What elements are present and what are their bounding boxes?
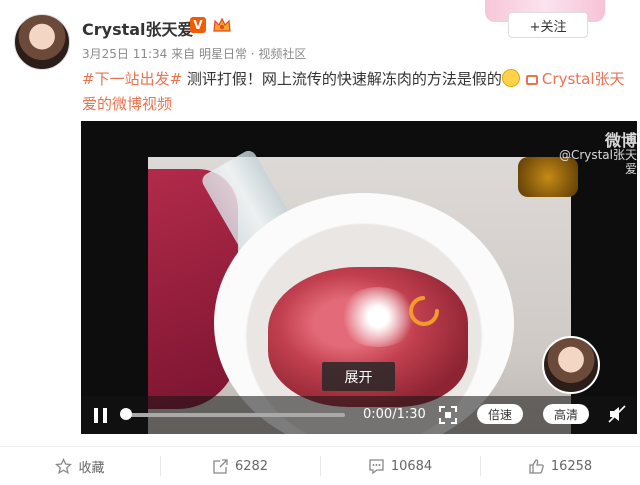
fullscreen-icon[interactable] [439, 406, 457, 424]
pause-icon[interactable] [93, 407, 109, 424]
comment-action[interactable]: 10684 [320, 447, 480, 485]
video-watermark: 微博 @Crystal张天爱 [555, 131, 637, 177]
time-display: 0:00/1:30 [363, 407, 426, 422]
comment-icon [369, 458, 384, 474]
author-name[interactable]: Crystal张天爱 [82, 16, 194, 40]
favorite-action[interactable]: 收藏 [0, 447, 160, 485]
video-frame [148, 148, 578, 434]
verified-badge: V [190, 17, 206, 33]
crown-icon [213, 17, 231, 32]
quality-button[interactable]: 高清 [543, 404, 589, 424]
repost-action[interactable]: 6282 [160, 447, 320, 485]
like-count: 16258 [550, 458, 593, 474]
star-icon [55, 457, 73, 474]
thinking-emoji-icon [501, 69, 520, 87]
progress-knob[interactable] [120, 408, 132, 420]
speed-button[interactable]: 倍速 [477, 404, 523, 424]
post-meta: 3月25日 11:34 来自 明星日常 · 视频社区 [82, 45, 306, 62]
hashtag-link[interactable]: #下一站出发# [82, 70, 182, 88]
watermark-logo: 微博 [604, 131, 637, 150]
mute-icon[interactable] [608, 405, 626, 423]
post-source[interactable]: 明星日常 · 视频社区 [199, 47, 306, 61]
post-body: 测评打假！网上流传的快速解冻肉的方法是假的 [182, 70, 502, 88]
frost-shape [338, 287, 418, 347]
action-bar: 收藏 6282 10684 16258 [0, 446, 640, 485]
author-avatar[interactable] [14, 14, 70, 70]
like-action[interactable]: 16258 [480, 447, 640, 485]
video-player[interactable]: 微博 @Crystal张天爱 展开 0:00/1:30 倍速 高清 [81, 121, 637, 434]
follow-button[interactable]: +关注 [508, 12, 588, 38]
comment-count: 10684 [390, 458, 433, 474]
favorite-label: 收藏 [78, 460, 105, 476]
loading-spinner-icon [409, 296, 439, 326]
video-author-avatar[interactable] [542, 336, 600, 394]
watermark-user: @Crystal张天爱 [558, 148, 637, 176]
video-controls: 0:00/1:30 倍速 高清 [81, 396, 637, 434]
progress-bar[interactable] [120, 408, 345, 420]
like-icon [529, 458, 544, 474]
post-date[interactable]: 3月25日 11:34 [82, 47, 167, 61]
video-icon [525, 75, 538, 85]
repost-count: 6282 [234, 458, 269, 474]
expand-button[interactable]: 展开 [322, 362, 395, 391]
source-prefix: 来自 [171, 47, 196, 61]
repost-icon [213, 458, 228, 474]
post-text: #下一站出发# 测评打假！网上流传的快速解冻肉的方法是假的 Crystal张天爱的… [82, 67, 630, 117]
